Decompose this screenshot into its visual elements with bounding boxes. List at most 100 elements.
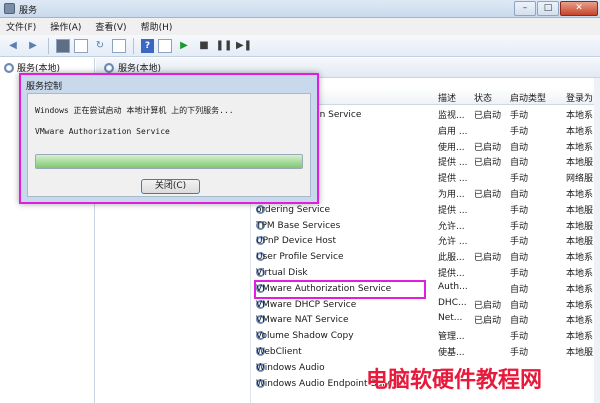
service-status: 已启动 [474,300,502,311]
service-startup-type: 手动 [510,332,529,343]
service-name: WebClient [256,346,302,357]
service-description: 管理... [438,332,465,343]
minimize-button[interactable]: – [514,1,536,16]
dialog-title: 服务控制 [26,82,63,92]
table-row[interactable]: VMware Authorization Service Auth... 自动 本地系 [252,280,600,296]
column-description[interactable]: 描述 [438,91,456,104]
service-description: 允许 ... [438,237,468,248]
service-startup-type: 手动 [510,221,529,232]
service-log-on-as: 本地系 [566,111,594,121]
service-startup-type: 手动 [510,126,529,137]
table-row[interactable]: TPM Base Services 允许... 手动 本地服 [252,217,600,233]
service-log-on-as: 本地服 [566,347,594,358]
table-row[interactable]: VMware NAT Service Net... 已启动 自动 本地系 [252,311,600,327]
table-row[interactable]: Volume Shadow Copy 管理... 手动 本地系 [252,327,600,343]
service-name: ordering Service [256,204,331,215]
service-description: 提供 ... [438,174,468,185]
view-icon[interactable] [158,38,172,53]
service-description: Net... [438,313,463,324]
refresh-icon[interactable]: ↻ [92,38,108,54]
services-app-icon [4,3,15,14]
toolbar-separator [48,37,49,54]
start-service-icon[interactable]: ▶ [176,38,192,54]
service-description: 允许... [438,221,465,232]
service-description: 启用 ... [438,126,468,137]
service-log-on-as: 本地系 [566,284,594,295]
service-name: User Profile Service [256,252,344,263]
service-log-on-as: 网络服 [566,174,594,185]
properties-icon[interactable] [74,38,88,53]
service-description: 提供 ... [438,158,468,169]
table-row[interactable]: WebClient 使基... 手动 本地服 [252,343,600,359]
service-startup-type: 手动 [510,347,529,358]
service-startup-type: 手动 [510,268,529,279]
service-status: 已启动 [474,158,502,169]
column-status[interactable]: 状态 [474,91,492,104]
table-row[interactable]: UPnP Device Host 允许 ... 手动 本地服 [252,232,600,248]
service-log-on-as: 本地系 [566,268,594,279]
service-description: 使基... [438,347,465,358]
menu-view[interactable]: 查看(V) [95,20,126,33]
table-row[interactable]: VMware DHCP Service DHC... 已启动 自动 本地系 [252,296,600,312]
window-controls: – □ ✕ [514,1,598,16]
service-description: 为用... [438,189,465,200]
service-name: Virtual Disk [256,267,308,278]
console-tree-icon[interactable] [56,38,70,53]
service-log-on-as: 本地系 [566,300,594,311]
service-description: 此服... [438,253,465,264]
column-log-on-as[interactable]: 登录为 [566,91,593,104]
table-row[interactable]: Virtual Disk 提供... 手动 本地系 [252,264,600,280]
service-startup-type: 自动 [510,189,529,200]
service-log-on-as: 本地服 [566,158,594,169]
help-icon[interactable]: ? [141,38,154,53]
toolbar-separator [133,37,134,54]
service-name: TPM Base Services [256,220,341,231]
service-name: VMware DHCP Service [256,299,357,310]
pause-service-icon[interactable]: ❚❚ [216,38,233,54]
maximize-button[interactable]: □ [537,1,559,16]
stop-service-icon[interactable]: ■ [196,38,212,54]
service-log-on-as: 本地服 [566,237,594,248]
service-startup-type: 手动 [510,174,529,185]
service-name: Windows Audio [256,362,325,373]
forward-arrow-icon[interactable]: ▶ [25,38,41,54]
service-status: 已启动 [474,316,502,327]
service-log-on-as: 本地系 [566,332,594,343]
restart-service-icon[interactable]: ▶❚ [236,38,252,54]
service-startup-type: 手动 [510,205,529,216]
menu-help[interactable]: 帮助(H) [141,20,173,33]
service-startup-type: 自动 [510,316,529,327]
service-description: 使用... [438,142,465,153]
vertical-scrollbar[interactable] [594,78,600,403]
close-window-button[interactable]: ✕ [560,1,598,16]
service-startup-type: 自动 [510,300,529,311]
table-row[interactable]: User Profile Service 此服... 已启动 自动 本地系 [252,248,600,264]
service-status: 已启动 [474,142,502,153]
back-arrow-icon[interactable]: ◀ [5,38,21,54]
dialog-message: Windows 正在尝试启动 本地计算机 上的下列服务... [35,106,234,115]
service-status: 已启动 [474,253,502,264]
window-title: 服务 [19,6,38,16]
service-startup-type: 自动 [510,158,529,169]
menu-file[interactable]: 文件(F) [6,20,36,33]
title-bar: 服务 – □ ✕ [0,0,600,18]
gear-icon [4,62,14,73]
service-status: 已启动 [474,189,502,200]
column-startup-type[interactable]: 启动类型 [510,91,546,104]
service-name: Volume Shadow Copy [256,331,354,342]
service-description: 监视... [438,111,465,121]
service-description: DHC... [438,297,467,308]
export-icon[interactable] [112,38,126,53]
service-log-on-as: 本地系 [566,316,594,327]
service-status: 已启动 [474,111,502,121]
service-name: VMware Authorization Service [256,283,392,294]
service-log-on-as: 本地系 [566,142,594,153]
menu-bar: 文件(F) 操作(A) 查看(V) 帮助(H) [0,18,600,35]
dialog-close-button[interactable]: 关闭(C) [141,179,200,194]
progress-fill [36,155,302,168]
service-control-dialog: 服务控制 Windows 正在尝试启动 本地计算机 上的下列服务... VMwa… [19,73,319,204]
service-startup-type: 自动 [510,284,529,295]
service-startup-type: 手动 [510,237,529,248]
menu-action[interactable]: 操作(A) [50,20,81,33]
gear-icon [104,62,114,73]
